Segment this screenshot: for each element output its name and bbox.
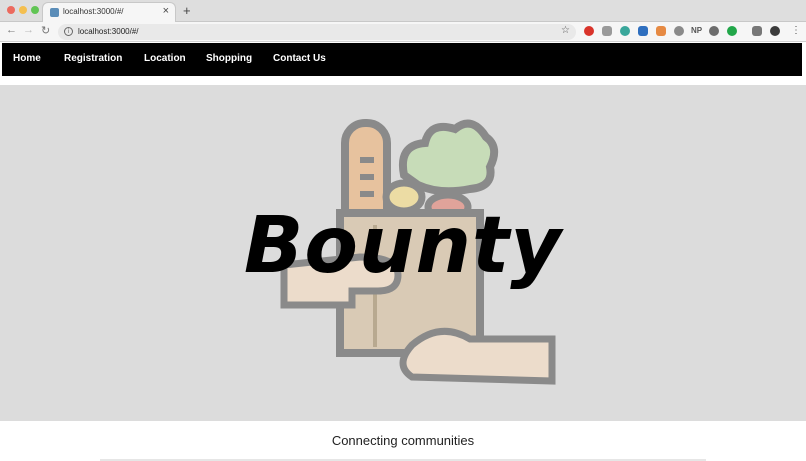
extension-icon-1[interactable]	[584, 26, 594, 36]
profile-avatar[interactable]	[770, 26, 780, 36]
extension-icon-3[interactable]	[620, 26, 630, 36]
address-bar[interactable]: i localhost:3000/#/ ☆	[58, 24, 576, 40]
bookmark-star-icon[interactable]: ☆	[561, 25, 570, 36]
extension-icon-2[interactable]	[602, 26, 612, 36]
extension-icon-4[interactable]	[638, 26, 648, 36]
back-arrow-icon[interactable]: ←	[6, 24, 17, 36]
bounty-logo: Bounty	[243, 201, 563, 291]
browser-menu-icon[interactable]: ⋮	[791, 25, 801, 36]
extension-icon-7[interactable]	[709, 26, 719, 36]
tagline: Connecting communities	[331, 433, 475, 448]
nav-item-shopping[interactable]: Shopping	[206, 53, 252, 64]
info-icon[interactable]: i	[64, 27, 73, 36]
maximize-window-button[interactable]	[31, 6, 39, 14]
browser-toolbar: ← → ↻ i localhost:3000/#/ ☆	[0, 22, 806, 42]
new-tab-button[interactable]: +	[183, 4, 191, 18]
extension-icon-6[interactable]	[674, 26, 684, 36]
extension-icon-np[interactable]: NP	[691, 26, 702, 35]
favicon-icon	[50, 8, 59, 17]
extension-icon-5[interactable]	[656, 26, 666, 36]
site-navbar: Home Registration Location Shopping Cont…	[2, 43, 802, 76]
nav-item-location[interactable]: Location	[144, 53, 186, 64]
nav-item-registration[interactable]: Registration	[64, 53, 122, 64]
close-tab-icon[interactable]: ×	[163, 5, 169, 17]
close-window-button[interactable]	[7, 6, 15, 14]
extension-icon-9[interactable]	[752, 26, 762, 36]
nav-item-contact-us[interactable]: Contact Us	[273, 53, 326, 64]
nav-item-home[interactable]: Home	[13, 53, 41, 64]
browser-tabstrip: localhost:3000/#/ × +	[0, 0, 806, 23]
minimize-window-button[interactable]	[19, 6, 27, 14]
tab-title: localhost:3000/#/	[63, 7, 124, 16]
address-url[interactable]: localhost:3000/#/	[78, 27, 139, 36]
hero-banner: Bounty	[0, 85, 806, 421]
browser-tab[interactable]: localhost:3000/#/ ×	[42, 2, 176, 23]
extension-icon-8[interactable]	[727, 26, 737, 36]
forward-arrow-icon[interactable]: →	[23, 24, 34, 36]
reload-icon[interactable]: ↻	[41, 24, 50, 37]
